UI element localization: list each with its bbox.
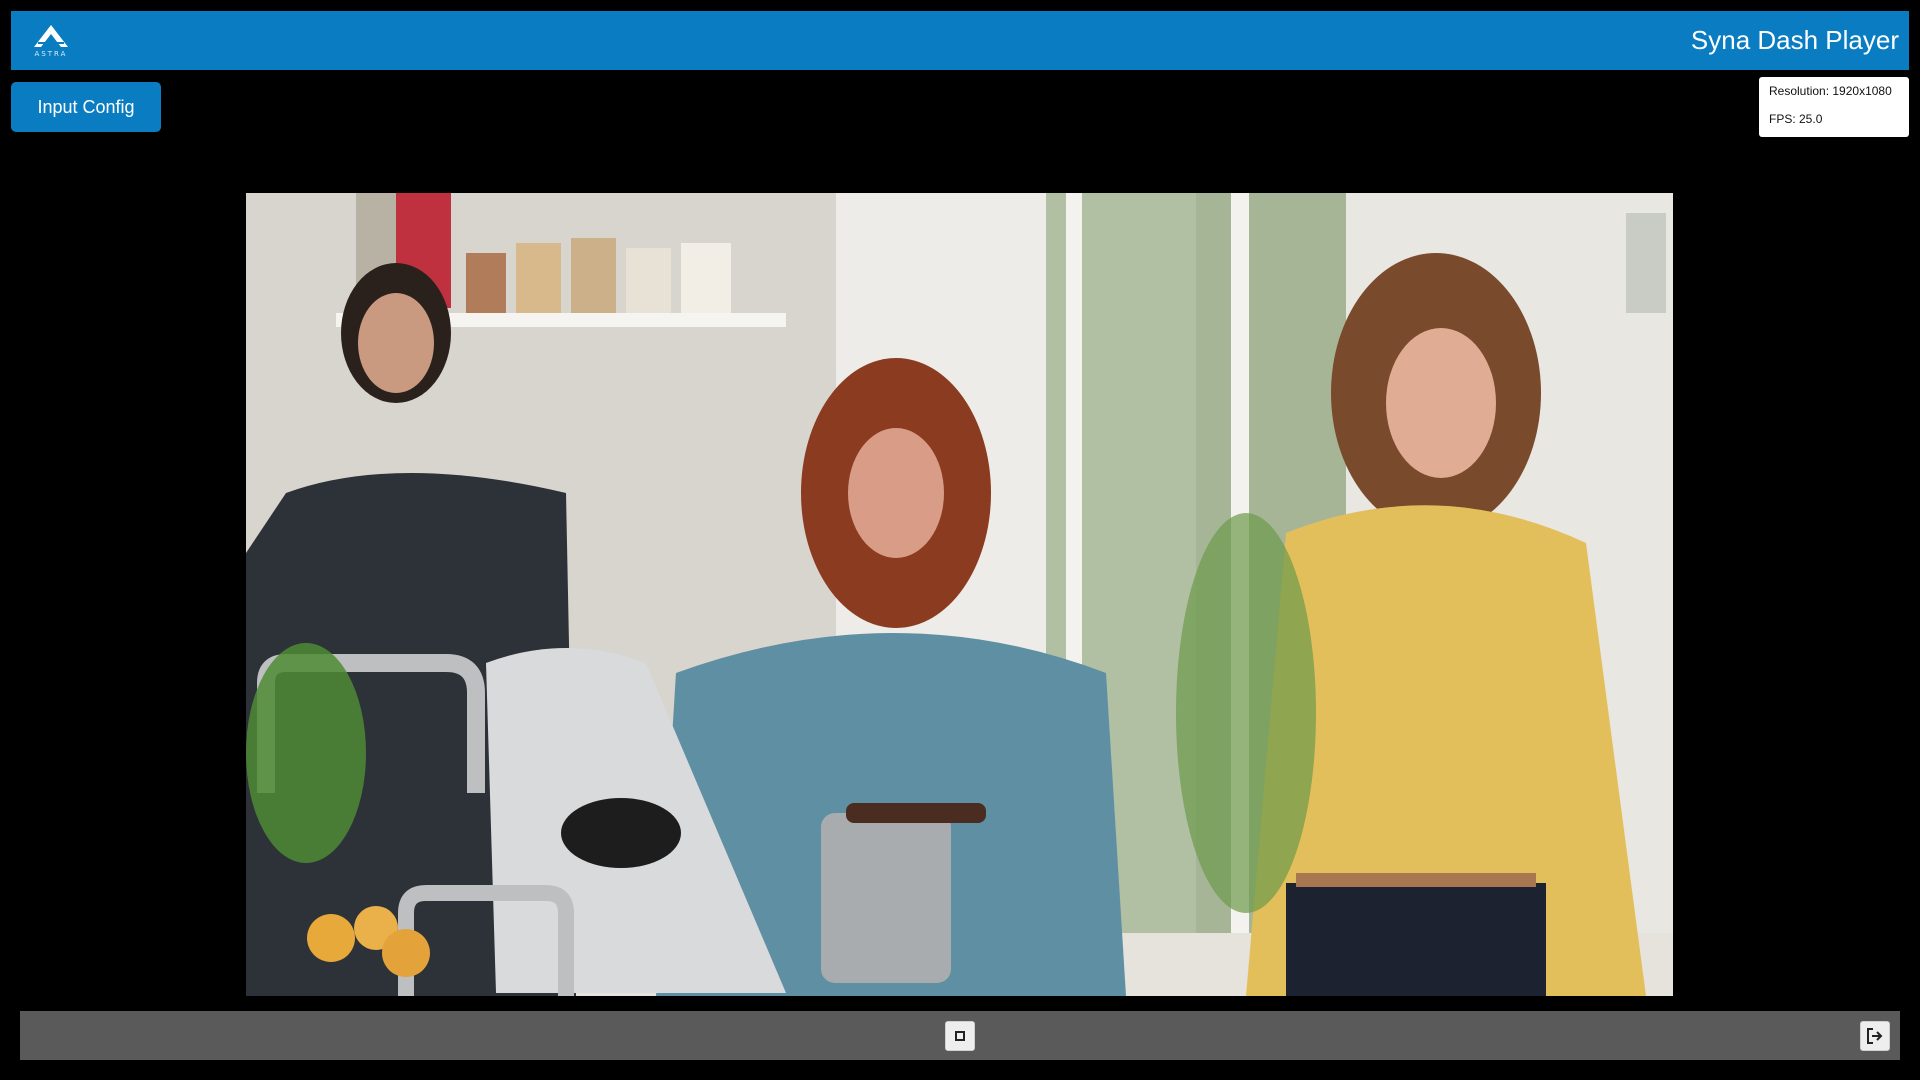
stop-button[interactable] [945,1021,975,1051]
app-header: ASTRA Syna Dash Player [11,11,1909,70]
exit-icon [1867,1028,1883,1044]
astra-logo-icon [34,25,68,47]
logo-text: ASTRA [34,50,68,58]
exit-button[interactable] [1860,1021,1890,1051]
video-scene [246,193,1673,996]
astra-logo: ASTRA [21,23,81,58]
video-frame[interactable] [246,193,1673,996]
resolution-readout: Resolution: 1920x1080 [1769,84,1892,98]
stats-overlay: Resolution: 1920x1080 FPS: 25.0 [1759,77,1909,137]
input-config-button[interactable]: Input Config [11,82,161,132]
control-bar [20,1011,1900,1060]
app-title: Syna Dash Player [1690,25,1899,55]
fps-readout: FPS: 25.0 [1769,112,1823,126]
stop-icon [955,1031,965,1041]
player-app: ASTRA Syna Dash Player Input Config Reso… [0,0,1920,1080]
